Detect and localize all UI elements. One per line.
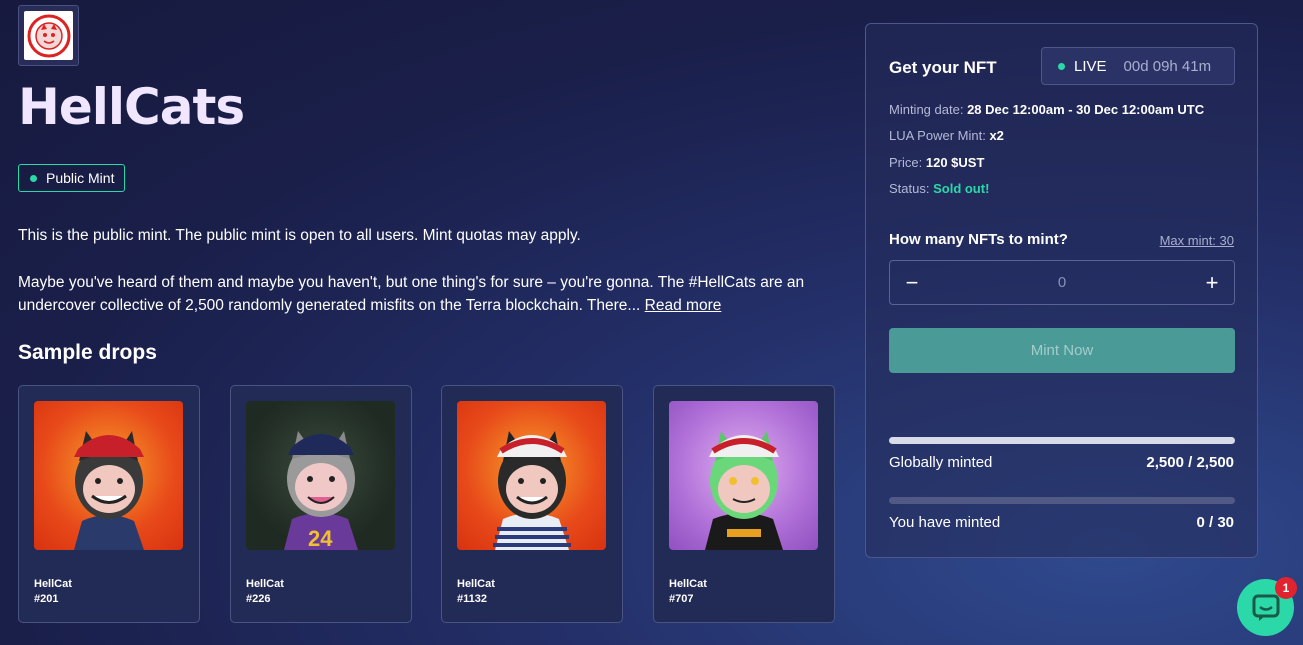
nft-label: HellCat #1132 [457, 577, 495, 607]
power-mint-row: LUA Power Mint: x2 [889, 128, 1004, 143]
increment-button[interactable]: + [1190, 270, 1234, 296]
panel-title: Get your NFT [889, 58, 997, 77]
nft-label: HellCat #201 [34, 577, 72, 607]
nft-image: 24 [246, 401, 395, 550]
live-label: LIVE [1074, 57, 1107, 75]
sample-drops-heading: Sample drops [18, 341, 157, 364]
status-dot-icon [30, 174, 37, 182]
nft-image [34, 401, 183, 550]
power-mint-label: LUA Power Mint: [889, 128, 986, 143]
user-minted-value: 0 / 30 [1196, 514, 1234, 531]
power-mint-value: x2 [989, 128, 1004, 143]
nft-name: HellCat [457, 578, 495, 590]
user-progress-bar [889, 497, 1235, 504]
status-row: Status: Sold out! [889, 181, 989, 196]
chat-notification-badge: 1 [1275, 577, 1297, 599]
description-body: Maybe you've heard of them and maybe you… [18, 271, 838, 317]
nft-name: HellCat [669, 578, 707, 590]
mint-panel: Get your NFT LIVE 00d 09h 41m Minting da… [865, 23, 1258, 558]
live-dot-icon [1058, 62, 1065, 70]
nft-label: HellCat #226 [246, 577, 284, 607]
sample-drop-card[interactable]: HellCat #1132 [441, 385, 623, 623]
chat-icon [1252, 594, 1279, 621]
nft-name: HellCat [246, 578, 284, 590]
public-mint-badge: Public Mint [18, 164, 126, 192]
badge-label: Public Mint [46, 170, 115, 186]
read-more-link[interactable]: Read more [645, 297, 722, 314]
price-label: Price: [889, 155, 923, 170]
minting-date-row: Minting date: 28 Dec 12:00am - 30 Dec 12… [889, 102, 1204, 117]
nft-id: #1132 [457, 593, 487, 605]
svg-text:24: 24 [308, 526, 333, 550]
price-value: 120 $UST [925, 155, 985, 170]
sample-drop-card[interactable]: 24 HellCat #226 [230, 385, 412, 623]
quantity-stepper: − 0 + [889, 260, 1235, 305]
cat-avatar-icon: 24 [284, 431, 358, 550]
price-row: Price: 120 $UST [889, 155, 984, 170]
status-value: Sold out! [933, 181, 990, 196]
global-progress-fill [889, 437, 1235, 444]
sample-drop-card[interactable]: HellCat #201 [18, 385, 200, 623]
max-mint-link[interactable]: Max mint: 30 [1160, 233, 1234, 248]
nft-id: #226 [246, 593, 271, 605]
nft-image [457, 401, 606, 550]
hellcats-logo-badge [24, 11, 73, 60]
status-label: Status: [889, 181, 930, 196]
nft-label: HellCat #707 [669, 577, 707, 607]
nft-id: #201 [34, 593, 59, 605]
live-countdown: LIVE 00d 09h 41m [1041, 47, 1235, 85]
nft-image [669, 401, 818, 550]
collection-title: HellCats [18, 78, 245, 136]
user-minted-label: You have minted [889, 514, 1001, 531]
sample-drop-card[interactable]: HellCat #707 [653, 385, 835, 623]
mint-now-button[interactable]: Mint Now [889, 328, 1235, 373]
global-minted-value: 2,500 / 2,500 [1146, 454, 1234, 471]
cat-avatar-icon [493, 431, 571, 550]
global-minted-label: Globally minted [889, 454, 993, 471]
minting-date-value: 28 Dec 12:00am - 30 Dec 12:00am UTC [967, 102, 1205, 117]
quantity-label: How many NFTs to mint? [889, 231, 1068, 248]
minting-date-label: Minting date: [889, 102, 964, 117]
cat-avatar-icon [74, 431, 144, 550]
collection-logo [18, 5, 79, 66]
decrement-button[interactable]: − [890, 270, 934, 296]
countdown-timer: 00d 09h 41m [1123, 57, 1212, 75]
nft-name: HellCat [34, 578, 72, 590]
quantity-input[interactable]: 0 [934, 274, 1190, 291]
global-progress-bar [889, 437, 1235, 444]
hellcats-logo-icon [27, 14, 70, 57]
cat-avatar-icon [705, 431, 783, 550]
description-intro: This is the public mint. The public mint… [18, 227, 581, 244]
nft-id: #707 [669, 593, 694, 605]
